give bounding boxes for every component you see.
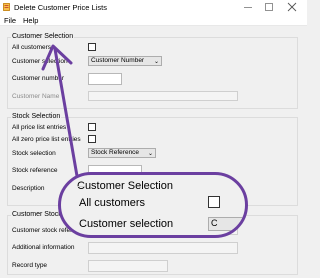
customer-selection-value: Customer Number <box>91 57 145 64</box>
zoom-all-customers-checkbox <box>208 196 220 208</box>
stock-selection-dropdown[interactable]: Stock Reference ⌄ <box>88 148 156 158</box>
zoom-customer-selection-label: Customer selection <box>79 218 174 230</box>
zoom-group-border <box>77 186 85 187</box>
form-content: Customer Selection All customers Custome… <box>0 27 307 278</box>
zoom-callout: Customer Selection All customers Custome… <box>58 172 248 238</box>
all-price-list-entries-checkbox[interactable] <box>88 123 96 131</box>
customer-selection-label: Customer selection <box>12 58 68 65</box>
menu-help[interactable]: Help <box>23 16 38 25</box>
all-customers-label: All customers <box>12 44 52 51</box>
all-zero-price-list-entries-label: All zero price list entries <box>12 136 81 143</box>
stock-selection-title: Stock Selection <box>11 113 62 120</box>
maximize-icon[interactable] <box>260 1 278 13</box>
window-title: Delete Customer Price Lists <box>14 3 107 12</box>
additional-information-input[interactable] <box>88 242 238 254</box>
title-bar: Delete Customer Price Lists <box>0 0 307 14</box>
all-zero-price-list-entries-checkbox[interactable] <box>88 135 96 143</box>
minimize-icon[interactable] <box>239 1 257 13</box>
zoom-customer-selection-dropdown: C <box>208 217 245 231</box>
customer-name-input[interactable] <box>88 91 238 101</box>
zoom-all-customers-label: All customers <box>79 197 146 209</box>
all-customers-checkbox[interactable] <box>88 43 96 51</box>
zoom-group-title: Customer Selection <box>77 180 173 192</box>
stock-selection-value: Stock Reference <box>91 149 140 156</box>
record-type-label: Record type <box>12 262 48 269</box>
chevron-down-icon: ⌄ <box>147 151 153 157</box>
customer-selection-dropdown[interactable]: Customer Number ⌄ <box>88 56 162 66</box>
customer-number-label: Customer number <box>12 75 65 82</box>
description-label: Description <box>12 185 45 192</box>
additional-information-label: Additional information <box>12 244 75 251</box>
all-price-list-entries-label: All price list entries <box>12 124 67 131</box>
close-icon[interactable] <box>283 1 301 13</box>
menu-file[interactable]: File <box>4 16 16 25</box>
price-list-app-icon <box>3 3 10 11</box>
stock-reference-label: Stock reference <box>12 167 58 174</box>
delete-customer-price-lists-window: Delete Customer Price Lists File Help Cu… <box>0 0 307 278</box>
customer-selection-title: Customer Selection <box>11 33 75 40</box>
stock-selection-label: Stock selection <box>12 150 56 157</box>
customer-number-input[interactable] <box>88 73 122 85</box>
customer-name-label: Customer Name <box>12 93 60 100</box>
menu-bar: File Help <box>0 14 307 26</box>
record-type-input[interactable] <box>88 260 168 272</box>
chevron-down-icon: ⌄ <box>153 59 159 65</box>
